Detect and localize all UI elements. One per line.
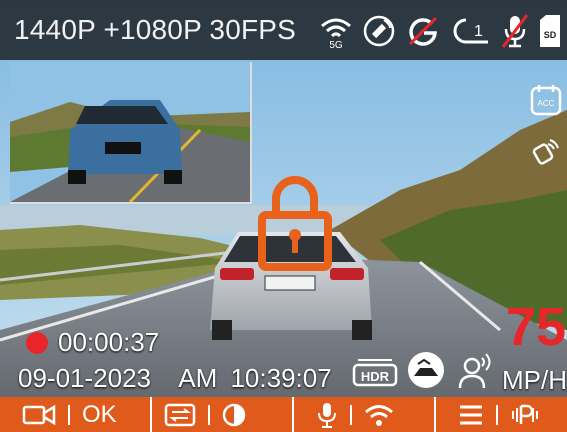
bar-separator [150,397,152,432]
divider [68,404,70,425]
g-sensor-off-icon [408,16,438,46]
bar-separator [292,397,294,432]
lock-icon [258,176,332,271]
pip-front-camera-view[interactable] [10,62,252,204]
camera-icon [22,404,56,425]
sd-label: SD [544,30,557,40]
ok-label: OK [82,400,117,428]
divider [496,404,498,425]
recording-resolution: 1440P +1080P 30FPS [14,14,297,45]
gps-icon [363,15,395,47]
hdr-icon: HDR [352,359,398,387]
wifi-icon [365,404,393,426]
divider [350,404,352,425]
night-vision-icon [408,352,444,388]
date-time: 09-01-2023 AM 10:39:07 [18,363,332,394]
switch-view-icon [164,403,196,426]
wifi-band-label: 5G [329,40,343,50]
meridiem: AM [178,363,218,393]
time: 10:39:07 [230,363,332,393]
parking-mode-icon [512,404,538,424]
divider [208,404,210,425]
parking-icon [532,139,559,165]
hdr-label: HDR [361,369,390,384]
wifi-5g-icon: 5G [321,18,351,50]
voice-control-icon [458,353,491,389]
contrast-icon [222,403,246,426]
recording-indicator [26,332,48,354]
mic-muted-icon [501,14,529,48]
loop-recording-icon: 1 [453,18,488,44]
menu-parking-button[interactable] [458,397,540,432]
switch-view-button[interactable] [164,397,246,432]
record-ok-button[interactable]: OK [22,397,117,432]
recording-elapsed: 00:00:37 [58,327,160,357]
bar-separator [434,397,436,432]
menu-icon [460,405,482,424]
speed-unit: MP/H [502,365,567,395]
status-bar: 1440P +1080P 30FPS 5G 1 SD [0,0,567,60]
date: 09-01-2023 [18,363,151,393]
mic-wifi-button[interactable] [316,397,394,432]
speed-value: 75 [506,297,567,357]
control-bar: OK [0,397,567,432]
dashcam-screen: 1440P +1080P 30FPS 5G 1 SD ACC 00:00:37 … [0,0,567,432]
loop-minutes: 1 [474,23,483,40]
acc-label: ACC [538,99,555,108]
sd-card-icon: SD [540,15,560,47]
mic-icon [318,402,336,428]
acc-icon: ACC [530,85,562,116]
